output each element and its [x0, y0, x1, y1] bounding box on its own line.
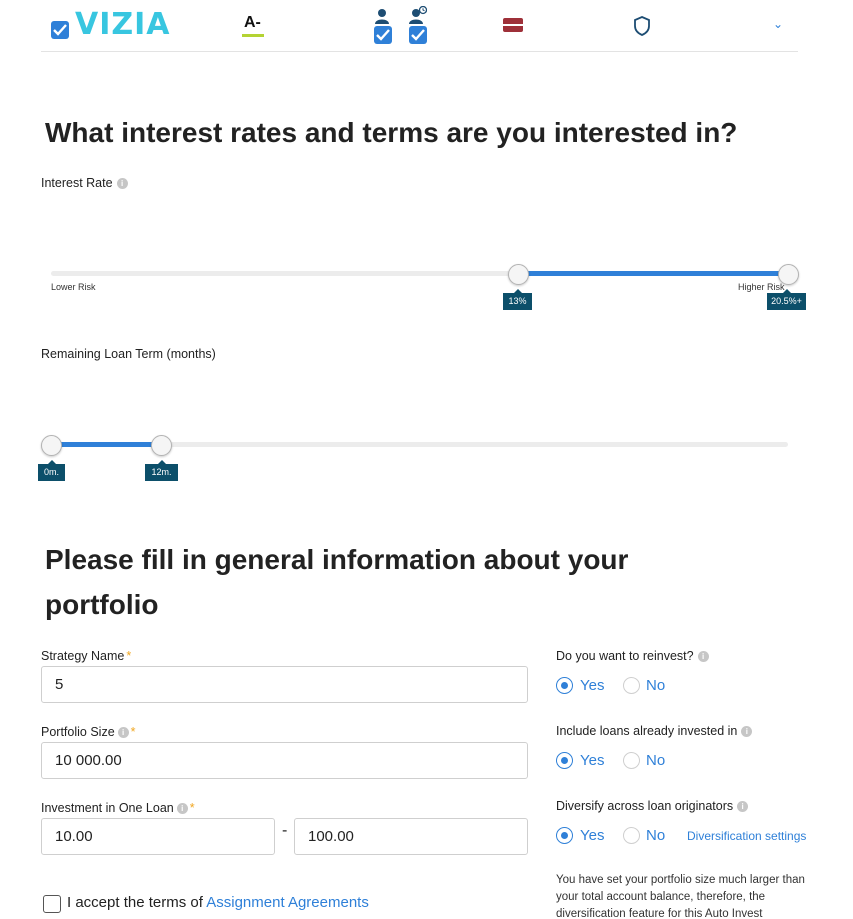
diversification-settings-link[interactable]: Diversification settings: [687, 829, 806, 843]
reinvest-no-label[interactable]: No: [646, 677, 665, 694]
include-invested-label: Include loans already invested in i: [556, 724, 753, 738]
interest-section-title: What interest rates and terms are you in…: [45, 117, 738, 148]
higher-risk-label: Higher Risk: [738, 282, 785, 292]
loan-term-label: Remaining Loan Term (months): [41, 347, 216, 361]
diversify-yes-label[interactable]: Yes: [580, 827, 604, 844]
lower-risk-label: Lower Risk: [51, 282, 96, 292]
user-clock-icon: [409, 6, 427, 24]
portfolio-size-warning: You have set your portfolio size much la…: [556, 874, 805, 919]
investment-max-input[interactable]: 100.00: [294, 818, 528, 855]
loan-term-slider-range: [51, 442, 162, 447]
shield-icon: [634, 16, 650, 36]
accept-terms-checkbox[interactable]: [43, 895, 61, 913]
diversify-no-label[interactable]: No: [646, 827, 665, 844]
originator-grade: A-: [244, 14, 261, 31]
investment-one-loan-label: Investment in One Loan i *: [41, 801, 195, 815]
strategy-name-label: Strategy Name *: [41, 649, 132, 663]
info-icon[interactable]: i: [116, 178, 128, 190]
latvia-flag-icon: [503, 18, 523, 32]
interest-rate-min-tooltip: 13%: [503, 289, 532, 310]
include-yes-radio[interactable]: [556, 752, 573, 769]
grade-bar: [242, 34, 264, 37]
originator-checkbox[interactable]: [51, 21, 69, 39]
interest-rate-label: Interest Rate i: [41, 176, 128, 190]
reinvest-yes-label[interactable]: Yes: [580, 677, 604, 694]
general-section-title: Please fill in general information about…: [45, 544, 629, 620]
loan-term-min-handle[interactable]: [41, 435, 62, 456]
reinvest-yes-radio[interactable]: [556, 677, 573, 694]
originator-logo: VIZIA: [75, 7, 171, 42]
include-no-radio[interactable]: [623, 752, 640, 769]
strategy-name-input[interactable]: 5: [41, 666, 528, 703]
investment-min-input[interactable]: 10.00: [41, 818, 275, 855]
diversify-yes-radio[interactable]: [556, 827, 573, 844]
range-dash: -: [282, 822, 288, 839]
interest-rate-slider-range: [518, 271, 788, 276]
loan-term-min-tooltip: 0m.: [38, 460, 65, 481]
portfolio-size-label: Portfolio Size i *: [41, 725, 136, 739]
assignment-agreements-link[interactable]: Assignment Agreements: [206, 894, 369, 911]
include-yes-label[interactable]: Yes: [580, 752, 604, 769]
info-icon[interactable]: i: [176, 803, 188, 815]
interest-rate-max-tooltip: 20.5%+: [767, 289, 806, 310]
portfolio-size-input[interactable]: 10 000.00: [41, 742, 528, 779]
user-clock-checkbox[interactable]: [409, 26, 427, 44]
diversify-no-radio[interactable]: [623, 827, 640, 844]
reinvest-label: Do you want to reinvest? i: [556, 649, 709, 663]
loan-term-max-handle[interactable]: [151, 435, 172, 456]
reinvest-no-radio[interactable]: [623, 677, 640, 694]
originator-row: VIZIA A- ⌄: [41, 0, 798, 52]
info-icon[interactable]: i: [697, 651, 709, 663]
loan-term-max-tooltip: 12m.: [145, 460, 178, 481]
include-no-label[interactable]: No: [646, 752, 665, 769]
interest-rate-min-handle[interactable]: [508, 264, 529, 285]
user-checkbox[interactable]: [374, 26, 392, 44]
user-icon: [375, 9, 389, 24]
info-icon[interactable]: i: [741, 726, 753, 738]
accept-terms-text: I accept the terms of Assignment Agreeme…: [67, 894, 369, 911]
info-icon[interactable]: i: [117, 727, 129, 739]
diversify-label: Diversify across loan originators i: [556, 799, 749, 813]
chevron-down-icon[interactable]: ⌄: [773, 17, 783, 31]
info-icon[interactable]: i: [737, 801, 749, 813]
